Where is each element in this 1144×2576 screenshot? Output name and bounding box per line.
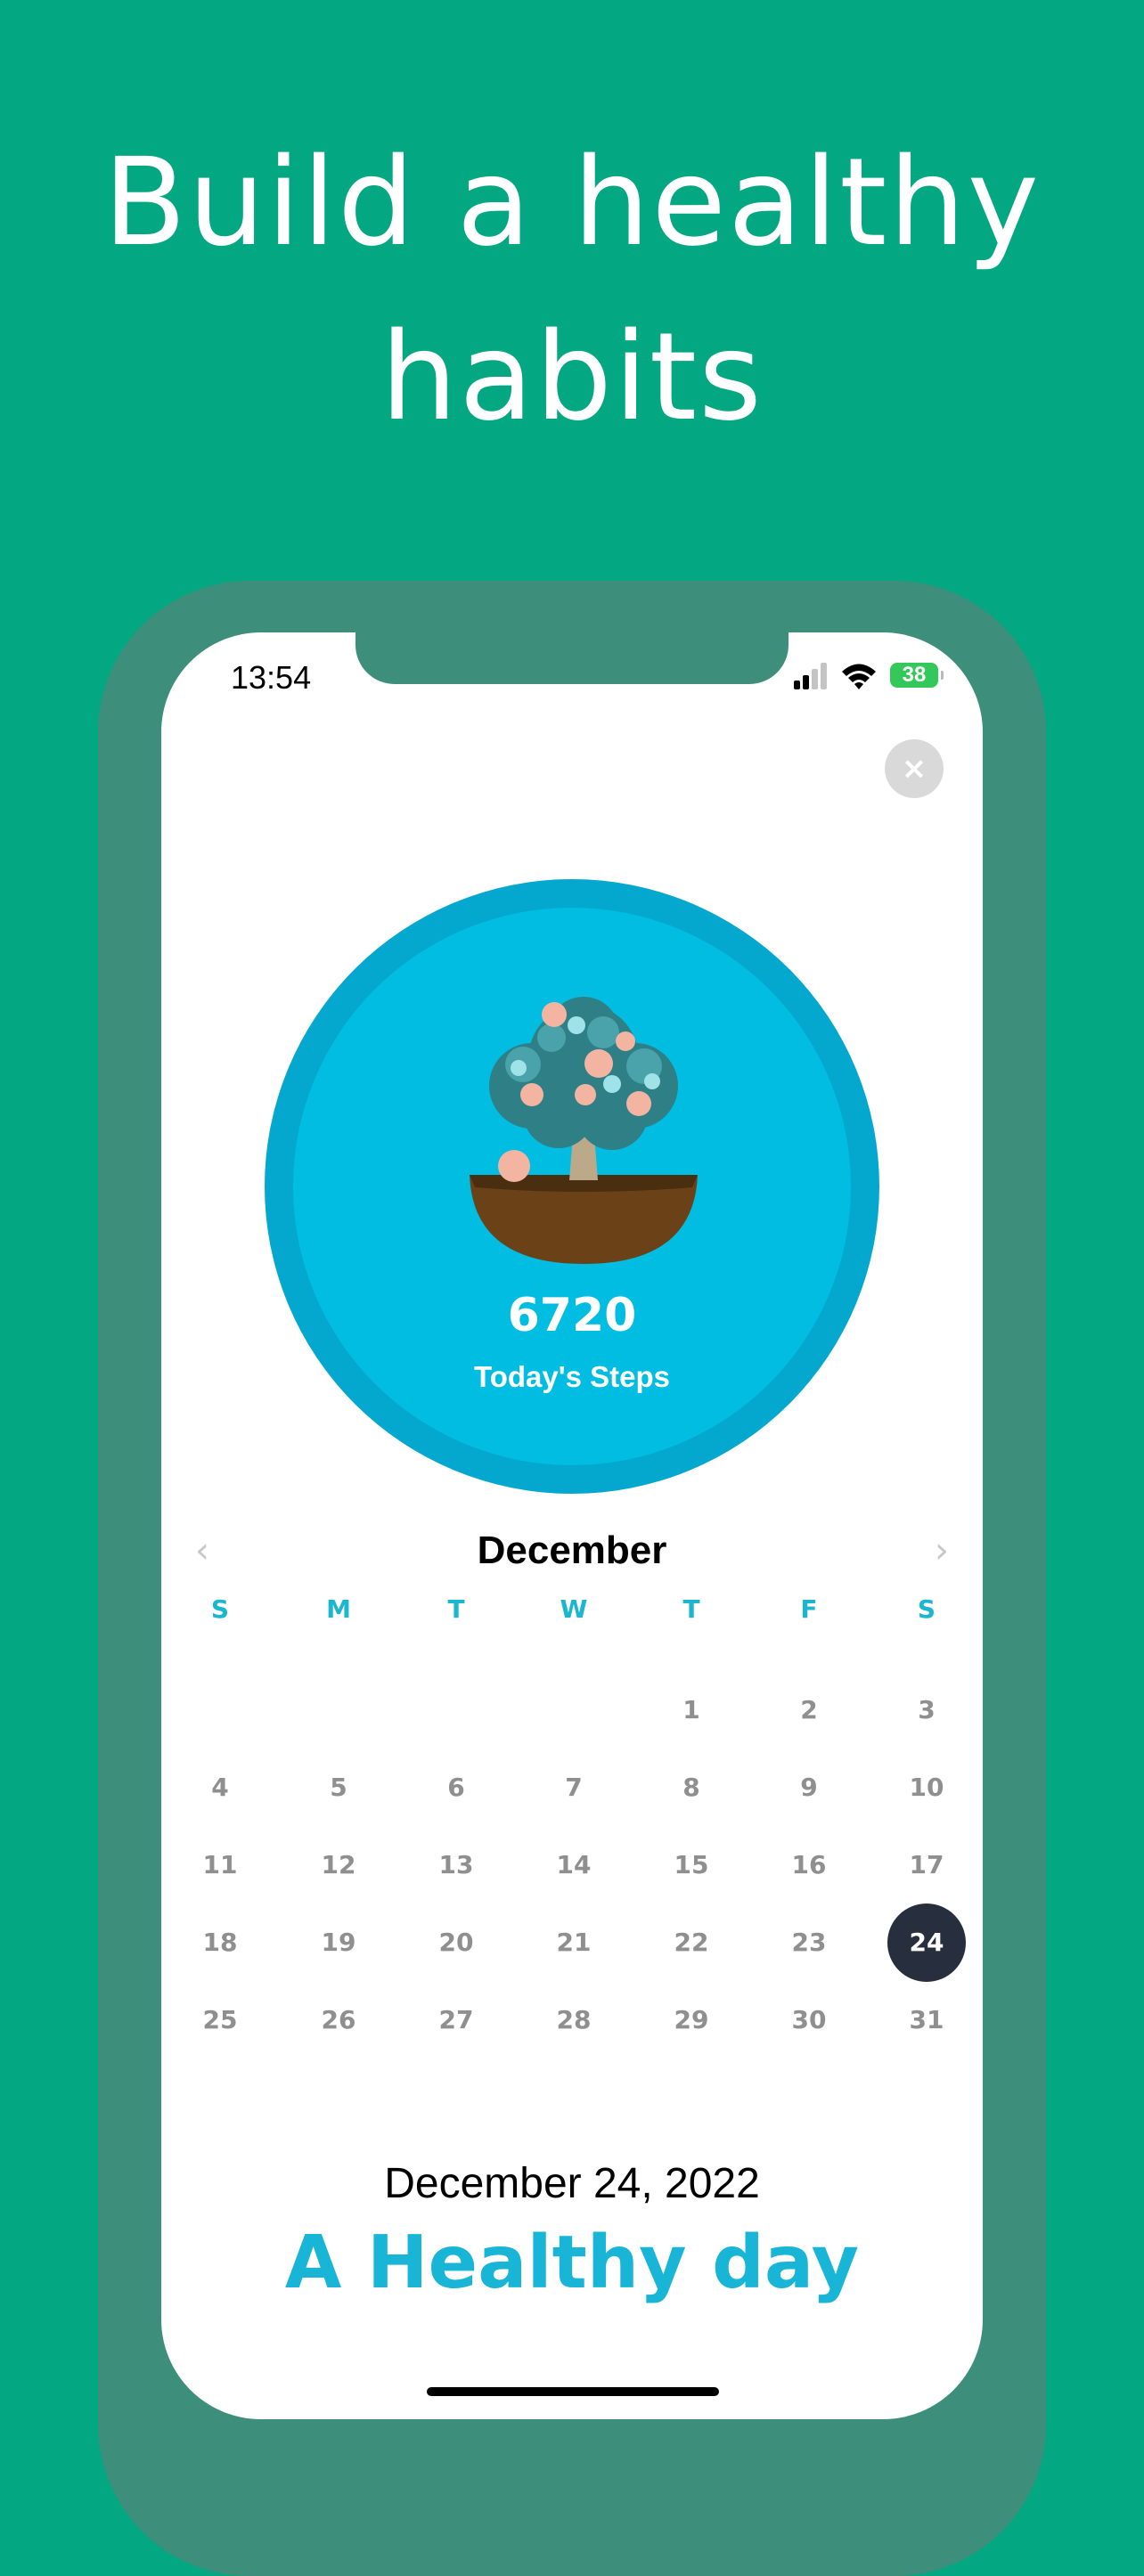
wifi-icon (842, 664, 876, 689)
calendar-day[interactable]: 5 (299, 1749, 378, 1827)
signal-icon (794, 663, 829, 689)
calendar-day[interactable]: 28 (535, 1981, 613, 2059)
calendar-day[interactable]: 12 (299, 1826, 378, 1904)
calendar-day[interactable]: 23 (770, 1903, 848, 1982)
notch (355, 632, 789, 684)
weekday-label: M (326, 1594, 351, 1624)
calendar-day[interactable]: 20 (417, 1903, 495, 1982)
calendar-day[interactable]: 29 (652, 1981, 731, 2059)
steps-circle: 6720 Today's Steps (265, 879, 879, 1494)
calendar-day[interactable]: 4 (181, 1749, 259, 1827)
weekday-label: W (560, 1594, 588, 1624)
month-title: December (477, 1528, 667, 1572)
calendar-day[interactable]: 19 (299, 1903, 378, 1982)
calendar-day[interactable]: 26 (299, 1981, 378, 2059)
weekday-label: F (800, 1594, 818, 1624)
steps-count: 6720 (507, 1289, 637, 1342)
calendar-day[interactable]: 22 (652, 1903, 731, 1982)
calendar-day[interactable]: 6 (417, 1749, 495, 1827)
headline-line-1: Build a healthy (102, 133, 1042, 273)
close-button[interactable]: × (885, 739, 944, 798)
calendar-day[interactable]: 15 (652, 1826, 731, 1904)
status-time: 13:54 (231, 659, 312, 696)
calendar-day[interactable]: 8 (652, 1749, 731, 1827)
selected-date: December 24, 2022 (384, 2160, 760, 2207)
steps-label: Today's Steps (474, 1360, 670, 1393)
weekday-label: S (917, 1594, 936, 1624)
calendar-day[interactable]: 14 (535, 1826, 613, 1904)
calendar-day[interactable]: 30 (770, 1981, 848, 2059)
calendar-day[interactable]: 17 (887, 1826, 966, 1904)
weekday-label: S (210, 1594, 230, 1624)
home-indicator (427, 2387, 719, 2396)
battery-indicator: 38 (890, 663, 944, 688)
calendar-day[interactable]: 13 (417, 1826, 495, 1904)
calendar-day[interactable]: 27 (417, 1981, 495, 2059)
next-month-button[interactable]: › (924, 1530, 960, 1571)
calendar-day[interactable]: 3 (887, 1671, 966, 1749)
tree-illustration (470, 997, 698, 1264)
calendar-day[interactable]: 9 (770, 1749, 848, 1827)
calendar-day[interactable]: 18 (181, 1903, 259, 1982)
calendar-day-selected[interactable]: 24 (887, 1903, 966, 1982)
weekday-label: T (447, 1594, 465, 1624)
calendar-day[interactable]: 7 (535, 1749, 613, 1827)
steps-circle-inner: 6720 Today's Steps (293, 908, 851, 1465)
calendar-day[interactable]: 21 (535, 1903, 613, 1982)
calendar-day[interactable]: 25 (181, 1981, 259, 2059)
calendar-day[interactable]: 10 (887, 1749, 966, 1827)
calendar-day[interactable]: 11 (181, 1826, 259, 1904)
weekday-label: T (682, 1594, 700, 1624)
phone-screen: 13:54 38 × 6720 Today's Steps ‹ December… (161, 632, 983, 2419)
calendar-day[interactable]: 31 (887, 1981, 966, 2059)
headline: Build a healthy habits (0, 116, 1144, 465)
calendar-day[interactable]: 16 (770, 1826, 848, 1904)
headline-line-2: habits (380, 307, 764, 448)
calendar-day[interactable]: 2 (770, 1671, 848, 1749)
day-quality-label: A Healthy day (284, 2221, 860, 2305)
calendar-day[interactable]: 1 (652, 1671, 731, 1749)
weekday-header: SMTWTFS (161, 1594, 983, 1639)
